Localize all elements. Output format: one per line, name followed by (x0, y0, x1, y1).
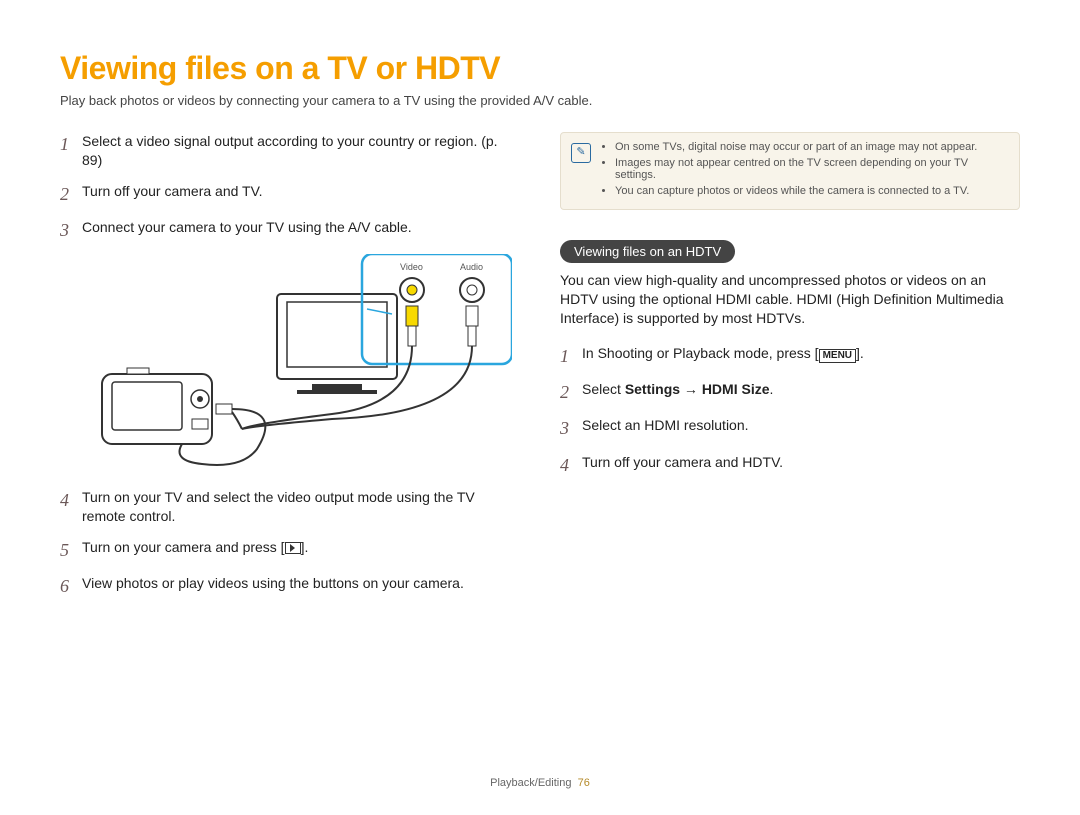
step-number: 1 (60, 132, 82, 170)
step-1: 1 Select a video signal output according… (60, 132, 520, 170)
note-icon: ✎ (571, 143, 591, 163)
step-text: Turn off your camera and TV. (82, 182, 520, 206)
page-number: 76 (578, 777, 590, 789)
section-heading: Viewing files on an HDTV (560, 240, 735, 263)
video-label: Video (400, 262, 423, 272)
step-text: In Shooting or Playback mode, press [MEN… (582, 344, 1020, 368)
page-footer: Playback/Editing 76 (0, 777, 1080, 789)
hdtv-step-2: 2 Select Settings → HDMI Size. (560, 380, 1020, 404)
step-text: Turn off your camera and HDTV. (582, 453, 1020, 477)
step-4: 4 Turn on your TV and select the video o… (60, 488, 520, 526)
footer-section: Playback/Editing (490, 777, 571, 789)
note-item: On some TVs, digital noise may occur or … (615, 141, 1007, 153)
step-text: Turn on your camera and press []. (82, 538, 520, 562)
page-title: Viewing files on a TV or HDTV (60, 50, 1020, 87)
step-text: View photos or play videos using the but… (82, 574, 520, 598)
step-number: 2 (560, 380, 582, 404)
note-item: Images may not appear centred on the TV … (615, 157, 1007, 181)
step-3: 3 Connect your camera to your TV using t… (60, 218, 520, 242)
step-text: Select an HDMI resolution. (582, 416, 1020, 440)
section-body: You can view high-quality and uncompress… (560, 271, 1020, 328)
step-text: Select Settings → HDMI Size. (582, 380, 1020, 404)
step-number: 4 (60, 488, 82, 526)
step-number: 6 (60, 574, 82, 598)
step-6: 6 View photos or play videos using the b… (60, 574, 520, 598)
audio-label: Audio (460, 262, 483, 272)
menu-icon: MENU (819, 349, 856, 363)
hdtv-step-3: 3 Select an HDMI resolution. (560, 416, 1020, 440)
step-text: Connect your camera to your TV using the… (82, 218, 520, 242)
step-text: Select a video signal output according t… (82, 132, 520, 170)
step-text: Turn on your TV and select the video out… (82, 488, 520, 526)
step-number: 3 (60, 218, 82, 242)
av-cable-diagram: Video Audio (82, 254, 520, 474)
step-5: 5 Turn on your camera and press []. (60, 538, 520, 562)
note-item: You can capture photos or videos while t… (615, 185, 1007, 197)
note-box: ✎ On some TVs, digital noise may occur o… (560, 132, 1020, 210)
step-number: 1 (560, 344, 582, 368)
hdtv-step-1: 1 In Shooting or Playback mode, press [M… (560, 344, 1020, 368)
play-icon (285, 542, 301, 554)
step-number: 3 (560, 416, 582, 440)
step-number: 5 (60, 538, 82, 562)
step-number: 2 (60, 182, 82, 206)
step-number: 4 (560, 453, 582, 477)
page-subtitle: Play back photos or videos by connecting… (60, 93, 1020, 108)
hdtv-step-4: 4 Turn off your camera and HDTV. (560, 453, 1020, 477)
step-2: 2 Turn off your camera and TV. (60, 182, 520, 206)
